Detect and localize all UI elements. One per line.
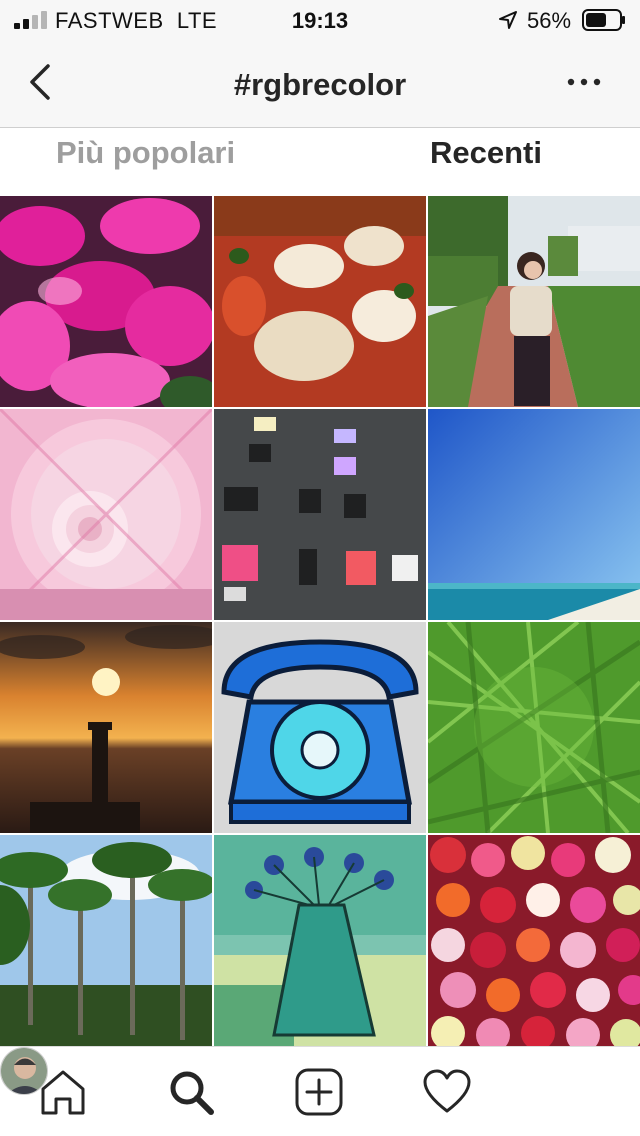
photo-palm-trees [0, 835, 212, 1046]
status-bar: FASTWEB LTE 19:13 56% [0, 0, 640, 40]
photo-tile[interactable] [0, 622, 212, 833]
tab-popular[interactable]: Più popolari [56, 135, 235, 171]
battery-icon [582, 9, 625, 31]
photo-tile[interactable] [428, 622, 640, 833]
photo-tile[interactable] [428, 835, 640, 1046]
add-post-icon[interactable] [294, 1067, 344, 1117]
bottom-tab-bar [0, 1046, 640, 1136]
photo-vase-painting [214, 835, 426, 1046]
photo-tile[interactable] [214, 196, 426, 407]
battery-percent: 56% [527, 8, 572, 33]
search-icon[interactable] [166, 1067, 216, 1117]
home-icon[interactable] [38, 1067, 88, 1117]
photo-tile[interactable] [428, 409, 640, 620]
feed-tabs: Più popolari Recenti [0, 129, 640, 195]
photo-lighthouse-sunset [0, 622, 212, 833]
photo-pink-rose-bouquet [0, 409, 212, 620]
photo-tile[interactable] [214, 835, 426, 1046]
photo-telephone-graffiti [214, 622, 426, 833]
location-arrow-icon [499, 11, 517, 29]
nav-header: #rgbrecolor [0, 40, 640, 128]
photo-tile[interactable] [0, 196, 212, 407]
photo-woman-garden [428, 196, 640, 407]
photo-tile[interactable] [0, 409, 212, 620]
page-title: #rgbrecolor [233, 67, 407, 102]
more-options-icon[interactable] [566, 74, 602, 90]
photo-blue-sea [428, 409, 640, 620]
photo-grid [0, 196, 640, 1046]
photo-tile[interactable] [0, 835, 212, 1046]
photo-green-foliage [428, 622, 640, 833]
tab-recent[interactable]: Recenti [430, 135, 542, 171]
photo-pizza [214, 196, 426, 407]
photo-tile[interactable] [428, 196, 640, 407]
photo-cyclamen-flowers [0, 196, 212, 407]
photo-building-night [214, 409, 426, 620]
photo-tile[interactable] [214, 409, 426, 620]
heart-icon[interactable] [422, 1067, 472, 1117]
photo-roses [428, 835, 640, 1046]
photo-tile[interactable] [214, 622, 426, 833]
